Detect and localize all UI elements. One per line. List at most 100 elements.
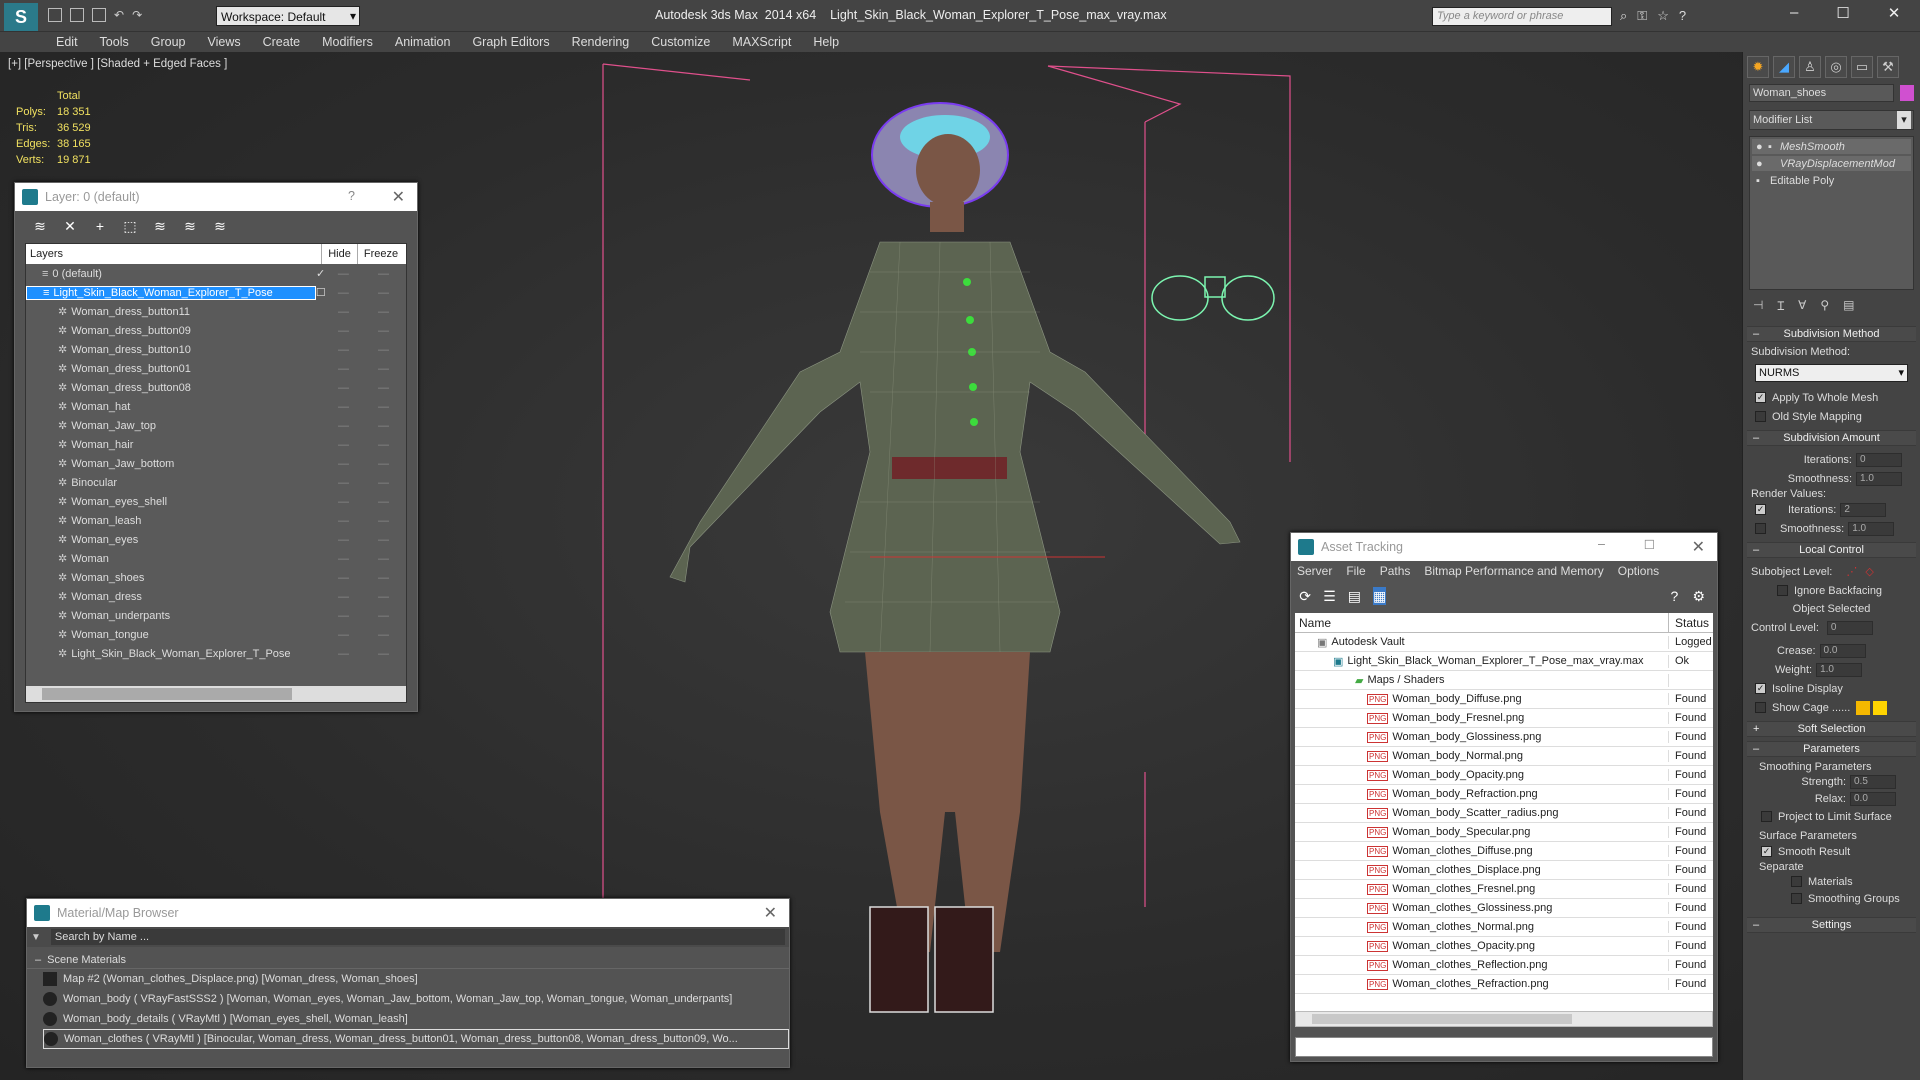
freeze-toggle[interactable]: — [361, 306, 406, 318]
render-smoothness-checkbox[interactable] [1755, 523, 1766, 534]
modifier-list-dropdown[interactable]: Modifier List ▾ [1749, 110, 1914, 130]
hierarchy-tab-icon[interactable]: ♙ [1799, 56, 1821, 78]
asset-menu-server[interactable]: Server [1297, 564, 1332, 578]
freeze-toggle[interactable]: — [361, 439, 406, 451]
asset-menu-bitmap[interactable]: Bitmap Performance and Memory [1424, 564, 1603, 578]
close-icon[interactable]: ✕ [764, 903, 777, 923]
menu-customize[interactable]: Customize [651, 35, 710, 49]
hide-toggle[interactable]: — [326, 591, 361, 603]
highlight-layer-icon[interactable]: ≋ [151, 217, 169, 235]
hide-toggle[interactable]: — [326, 458, 361, 470]
layer-object-row[interactable]: ✲ Woman_Jaw_bottom — — [26, 454, 406, 473]
hide-toggle[interactable]: — [326, 629, 361, 641]
bulb-icon[interactable]: ● [1756, 158, 1780, 170]
apply-whole-mesh-checkbox[interactable]: ✓ [1755, 392, 1766, 403]
details-view-icon[interactable]: ▤ [1348, 587, 1361, 605]
motion-tab-icon[interactable]: ◎ [1825, 56, 1847, 78]
subdivision-method-select[interactable]: NURMS ▾ [1755, 364, 1908, 382]
hide-toggle[interactable]: — [326, 268, 361, 280]
display-tab-icon[interactable]: ▭ [1851, 56, 1873, 78]
table-view-icon[interactable]: ▦ [1373, 587, 1387, 605]
layer-object-row[interactable]: ✲ Woman_hat — — [26, 397, 406, 416]
freeze-toggle[interactable]: — [361, 325, 406, 337]
asset-menu-file[interactable]: File [1346, 564, 1365, 578]
freeze-all-icon[interactable]: ≋ [211, 217, 229, 235]
rollout-soft-selection[interactable]: + Soft Selection [1747, 721, 1916, 737]
layer-object-row[interactable]: ✲ Woman_dress_button08 — — [26, 378, 406, 397]
material-row[interactable]: Woman_body ( VRayFastSSS2 ) [Woman, Woma… [43, 989, 789, 1009]
layer-object-row[interactable]: ✲ Woman_dress_button09 — — [26, 321, 406, 340]
render-smoothness-spinner[interactable]: 1.0 [1848, 521, 1895, 536]
maximize-icon[interactable]: ☐ [1836, 4, 1849, 22]
material-row[interactable]: Woman_clothes ( VRayMtl ) [Binocular, Wo… [43, 1029, 789, 1049]
isoline-display-checkbox[interactable]: ✓ [1755, 683, 1766, 694]
hide-toggle[interactable]: — [326, 382, 361, 394]
select-objects-icon[interactable]: ⬚ [121, 217, 139, 235]
scrollbar-thumb[interactable] [1312, 1014, 1572, 1024]
freeze-toggle[interactable]: — [361, 610, 406, 622]
freeze-toggle[interactable]: — [361, 401, 406, 413]
layer-object-row[interactable]: ✲ Binocular — — [26, 473, 406, 492]
list-view-icon[interactable]: ☰ [1323, 587, 1336, 605]
hide-toggle[interactable]: — [326, 325, 361, 337]
rollout-subdivision-method[interactable]: – Subdivision Method [1747, 326, 1916, 342]
stack-item-vraydisplacement[interactable]: ● VRayDisplacementMod [1752, 156, 1911, 171]
rollout-local-control[interactable]: – Local Control [1747, 542, 1916, 558]
hide-toggle[interactable]: — [326, 401, 361, 413]
menu-group[interactable]: Group [151, 35, 186, 49]
freeze-toggle[interactable]: — [361, 287, 406, 299]
scrollbar-thumb[interactable] [42, 688, 292, 700]
layer-object-row[interactable]: ✲ Woman_hair — — [26, 435, 406, 454]
help-icon[interactable]: ? [348, 189, 355, 203]
material-search-input[interactable]: Search by Name ... [50, 929, 785, 945]
app-logo-icon[interactable]: S [4, 3, 38, 31]
asset-map-row[interactable]: PNG Woman_body_Refraction.png Found [1295, 785, 1713, 804]
bulb-icon[interactable]: ● [1756, 141, 1768, 153]
freeze-toggle[interactable]: — [361, 572, 406, 584]
material-row[interactable]: Woman_body_details ( VRayMtl ) [Woman_ey… [43, 1009, 789, 1029]
asset-map-row[interactable]: PNG Woman_clothes_Fresnel.png Found [1295, 880, 1713, 899]
minimize-icon[interactable]: – [1598, 537, 1605, 551]
freeze-toggle[interactable]: — [361, 344, 406, 356]
asset-menu-paths[interactable]: Paths [1380, 564, 1411, 578]
layer-object-row[interactable]: ✲ Woman_Jaw_top — — [26, 416, 406, 435]
asset-menu-options[interactable]: Options [1618, 564, 1659, 578]
rollout-settings[interactable]: – Settings [1747, 917, 1916, 933]
material-browser-titlebar[interactable]: Material/Map Browser ✕ [27, 899, 789, 927]
workspace-dropdown[interactable]: Workspace: Default ▾ [216, 6, 360, 26]
hide-toggle[interactable]: — [326, 572, 361, 584]
asset-map-row[interactable]: PNG Woman_body_Diffuse.png Found [1295, 690, 1713, 709]
filter-icon[interactable]: ▼ [31, 932, 41, 943]
smoothness-spinner[interactable]: 1.0 [1856, 471, 1902, 486]
stack-item-meshsmooth[interactable]: ● ▪ MeshSmooth [1752, 139, 1911, 154]
expand-icon[interactable]: ▪ [1768, 141, 1780, 153]
crease-spinner[interactable]: 0.0 [1819, 643, 1866, 658]
render-iterations-spinner[interactable]: 2 [1840, 502, 1887, 517]
asset-path-field[interactable] [1295, 1037, 1713, 1057]
relax-spinner[interactable]: 0.0 [1850, 791, 1896, 806]
undo-icon[interactable]: ↶ [114, 8, 124, 22]
hide-toggle[interactable]: — [326, 515, 361, 527]
freeze-toggle[interactable]: — [361, 629, 406, 641]
layer-row-default[interactable]: ≡ 0 (default) ✓ — — [26, 264, 406, 283]
show-end-result-icon[interactable]: Ɪ [1777, 297, 1784, 314]
column-name[interactable]: Name [1295, 613, 1669, 632]
column-status[interactable]: Status [1669, 613, 1713, 632]
asset-map-row[interactable]: PNG Woman_clothes_Refraction.png Found [1295, 975, 1713, 994]
control-level-spinner[interactable]: 0 [1826, 620, 1873, 635]
asset-map-row[interactable]: PNG Woman_body_Fresnel.png Found [1295, 709, 1713, 728]
delete-layer-icon[interactable]: ✕ [61, 217, 79, 235]
hide-toggle[interactable]: — [326, 287, 361, 299]
separate-materials-checkbox[interactable] [1791, 876, 1802, 887]
cage-color-swatch[interactable] [1856, 700, 1871, 715]
freeze-toggle[interactable]: — [361, 477, 406, 489]
freeze-toggle[interactable]: — [361, 591, 406, 603]
smooth-result-checkbox[interactable]: ✓ [1761, 846, 1772, 857]
layer-object-row[interactable]: ✲ Woman_eyes_shell — — [26, 492, 406, 511]
hide-toggle[interactable]: — [326, 610, 361, 622]
object-color-swatch[interactable] [1900, 85, 1914, 101]
old-style-mapping-checkbox[interactable] [1755, 411, 1766, 422]
active-layer-check-icon[interactable]: ✓ [316, 267, 326, 280]
freeze-toggle[interactable]: — [361, 496, 406, 508]
render-iterations-checkbox[interactable]: ✓ [1755, 504, 1766, 515]
